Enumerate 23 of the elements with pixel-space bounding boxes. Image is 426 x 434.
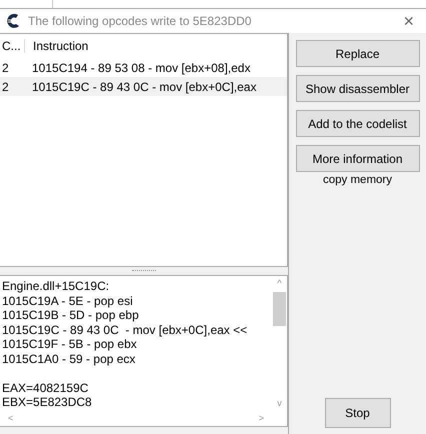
code-line: 1015C19C - 89 43 0C - mov [ebx+0C],eax << (2, 322, 248, 337)
code-line: 1015C19B - 5D - pop ebp (2, 308, 140, 322)
splitter-grip[interactable] (132, 270, 156, 272)
register-line: EBX=5E823DC8 (2, 395, 93, 410)
close-button[interactable]: × (397, 12, 420, 30)
column-header[interactable]: Instruction (25, 39, 88, 53)
register-line: EAX=4082159C (2, 380, 90, 395)
window-title: The following opcodes write to 5E823DD0 (28, 14, 252, 28)
stop-button[interactable]: Stop (324, 398, 390, 428)
scrollbar-thumb[interactable] (273, 292, 286, 326)
code-line: 1015C1A0 - 59 - pop ecx (2, 352, 136, 366)
action-button[interactable]: More information (296, 145, 420, 172)
list-row[interactable]: 2 1015C19C - 89 43 0C - mov [ebx+0C],eax (0, 77, 287, 96)
code-line: Engine.dll+15C19C: (2, 279, 110, 294)
code-line: 1015C19F - 5B - pop ebx (2, 337, 138, 352)
column-header[interactable]: C... (0, 39, 25, 53)
action-button[interactable]: Show disassembler (296, 75, 420, 102)
action-button[interactable]: Add to the codelist (296, 110, 420, 137)
disassembly-text-area[interactable]: Engine.dll+15C19C: 1015C19A - 5E - pop esi 1015C19B - 5D - pop ebp 1015C19C - 89 43 0C - mov [ebx+0C],eax << 1015C19F - 5B - pop ebx 1015C1A0 - 59 - pop ecx EAX=4082159C EBX=5E823DC8 ^ v < > (0, 275, 288, 427)
code-line: 1015C19A - 5E - pop esi (2, 294, 134, 308)
list-row[interactable]: 2 1015C194 - 89 53 08 - mov [ebx+08],edx (0, 58, 287, 77)
action-button[interactable]: Replace (296, 40, 420, 67)
copy-memory-label: copy memory (322, 174, 392, 186)
